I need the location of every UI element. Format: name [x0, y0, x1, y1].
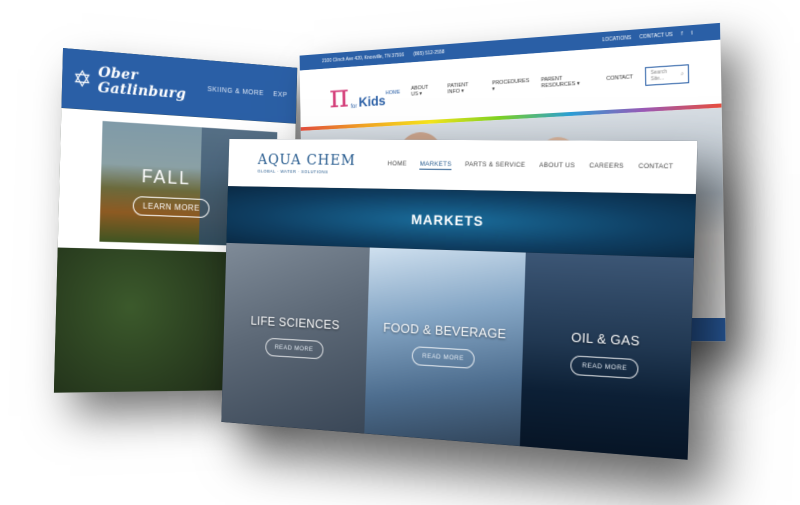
- pi-address: 2100 Clinch Ave 420, Knoxville, TN 37916: [321, 52, 405, 65]
- snowflake-star-icon: ✡: [72, 65, 93, 93]
- ober-hero-title: FALL: [141, 166, 192, 189]
- pi-nav-about[interactable]: ABOUT US ▾: [411, 84, 437, 98]
- panel-title: LIFE SCIENCES: [250, 313, 340, 333]
- panel-title: FOOD & BEVERAGE: [383, 319, 507, 342]
- pi-nav-procedures[interactable]: PROCEDURES ▾: [492, 78, 529, 92]
- pi-logo-kids: Kids: [358, 92, 386, 110]
- pi-nav-contact[interactable]: CONTACT: [606, 74, 633, 82]
- pi-nav-parent-resources[interactable]: PARENT RESOURCES ▾: [541, 74, 594, 90]
- aqua-nav-about[interactable]: ABOUT US: [539, 161, 575, 171]
- ober-nav-skiing[interactable]: SKIING & MORE: [207, 86, 264, 97]
- aqua-nav-contact[interactable]: CONTACT: [638, 162, 673, 172]
- aqua-nav-careers[interactable]: CAREERS: [589, 162, 624, 172]
- aqua-logo[interactable]: AQUA CHEM GLOBAL · WATER · SOLUTIONS: [257, 150, 356, 175]
- mockup-stage: ✡ Ober Gatlinburg SKIING & MORE EXP FALL…: [0, 0, 800, 505]
- ober-nav: SKIING & MORE EXP: [207, 86, 287, 99]
- pi-link-locations[interactable]: LOCATIONS: [602, 35, 631, 43]
- aqua-logo-tagline: GLOBAL · WATER · SOLUTIONS: [257, 168, 329, 175]
- aqua-market-panels: LIFE SCIENCES READ MORE FOOD & BEVERAGE …: [221, 242, 694, 460]
- ober-learn-more-button[interactable]: LEARN MORE: [132, 195, 210, 219]
- ober-logo[interactable]: ✡ Ober Gatlinburg: [72, 63, 186, 102]
- pi-logo[interactable]: π for Kids: [329, 76, 386, 117]
- panel-life-sciences[interactable]: LIFE SCIENCES READ MORE: [221, 242, 371, 434]
- read-more-button[interactable]: READ MORE: [264, 337, 324, 360]
- aqua-nav: HOME MARKETS PARTS & SERVICE ABOUT US CA…: [387, 160, 674, 172]
- read-more-button[interactable]: READ MORE: [570, 355, 639, 380]
- pi-search-placeholder: Search Site...: [650, 68, 668, 83]
- pi-search-input[interactable]: Search Site... ⌕: [645, 64, 690, 86]
- aqua-logo-name: AQUA CHEM: [257, 150, 356, 169]
- aqua-banner-title: MARKETS: [410, 211, 484, 229]
- aquachem-site: AQUA CHEM GLOBAL · WATER · SOLUTIONS HOM…: [221, 139, 698, 460]
- ober-nav-exp[interactable]: EXP: [273, 91, 287, 99]
- pi-nav-home[interactable]: HOME: [385, 90, 400, 97]
- pi-logo-for: for: [350, 103, 358, 111]
- twitter-icon[interactable]: t: [691, 30, 693, 36]
- aqua-nav-home[interactable]: HOME: [387, 160, 407, 169]
- aqua-nav-parts-service[interactable]: PARTS & SERVICE: [465, 161, 526, 171]
- aqua-nav-markets[interactable]: MARKETS: [419, 160, 452, 170]
- pi-logo-mark: π: [329, 76, 350, 117]
- panel-food-beverage[interactable]: FOOD & BEVERAGE READ MORE: [364, 247, 526, 447]
- read-more-button[interactable]: READ MORE: [411, 346, 475, 369]
- panel-title: OIL & GAS: [571, 329, 641, 349]
- aqua-header: AQUA CHEM GLOBAL · WATER · SOLUTIONS HOM…: [227, 139, 698, 195]
- panel-oil-gas[interactable]: OIL & GAS READ MORE: [519, 252, 694, 460]
- pi-phone[interactable]: (865) 512-2558: [413, 49, 444, 57]
- search-icon[interactable]: ⌕: [681, 71, 684, 77]
- facebook-icon[interactable]: f: [681, 31, 683, 37]
- pi-link-contact[interactable]: CONTACT US: [639, 32, 672, 41]
- pi-nav: HOME ABOUT US ▾ PATIENT INFO ▾ PROCEDURE…: [385, 64, 690, 102]
- pi-nav-patient-info[interactable]: PATIENT INFO ▾: [447, 81, 480, 95]
